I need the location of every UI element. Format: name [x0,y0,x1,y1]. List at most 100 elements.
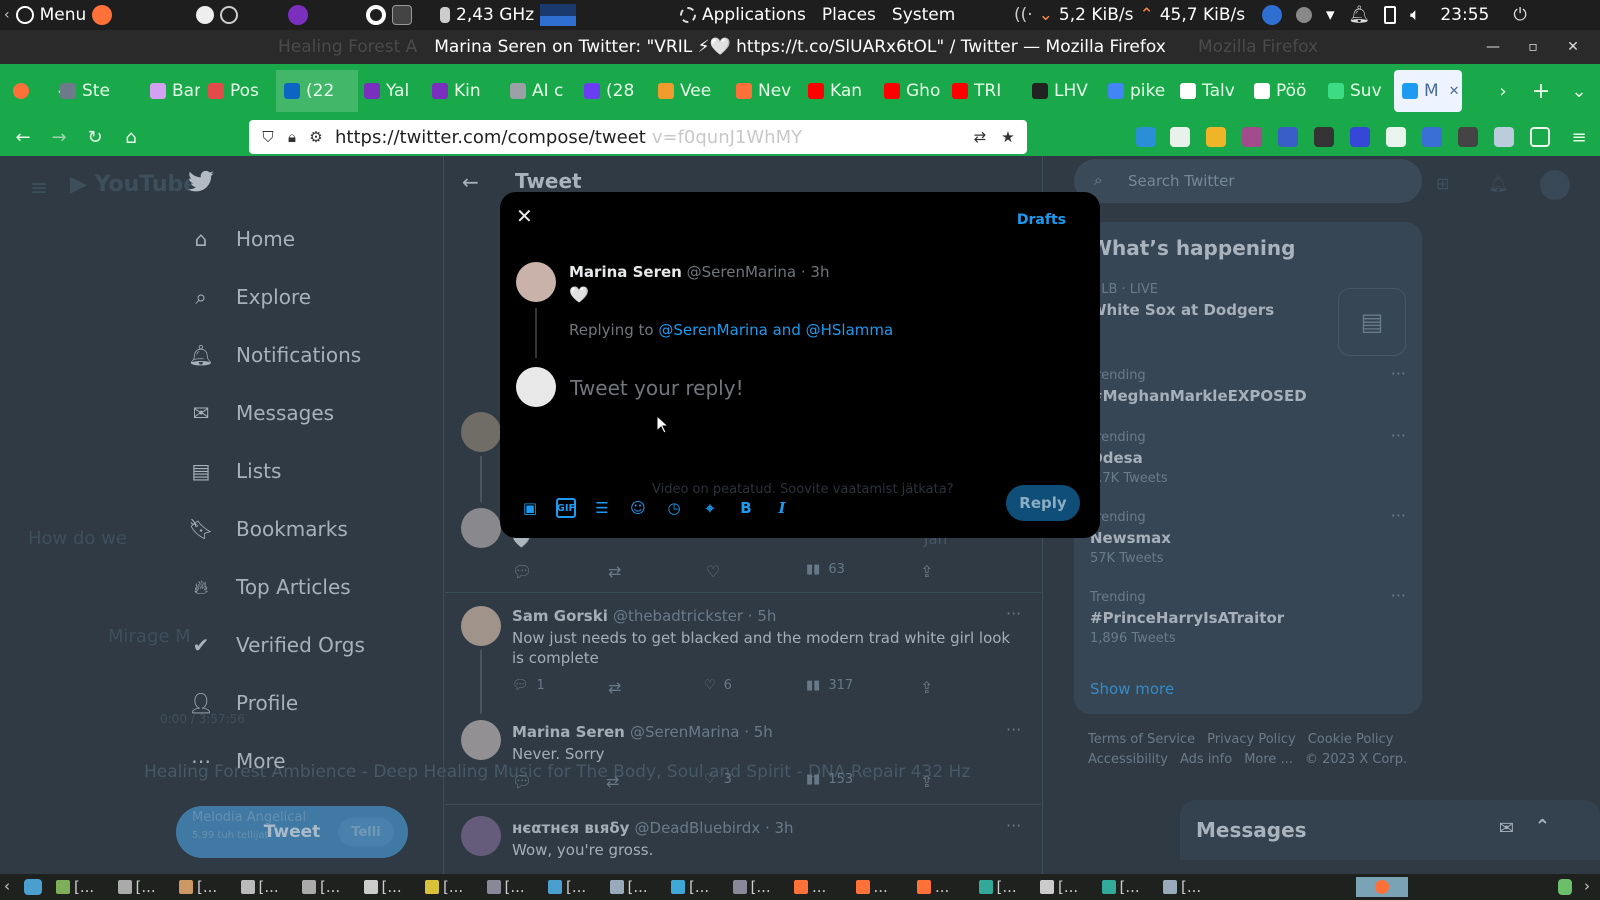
chevron-left-icon[interactable]: ‹ [4,7,10,23]
tab-13[interactable]: LHV [1024,70,1100,112]
location-icon[interactable]: ⌖ [700,498,720,518]
taskbar-window[interactable]: [... [1163,877,1201,897]
tab-9[interactable]: Nev [728,70,798,112]
opera-launcher-icon[interactable] [366,5,386,25]
tab-list-icon[interactable]: ⌄ [1566,78,1592,104]
taskbar-window[interactable]: ... [855,877,888,897]
taskbar-window[interactable]: [... [732,877,771,897]
extension-8-icon[interactable] [1458,127,1478,147]
taskbar-window[interactable]: [... [671,877,709,897]
taskbar-window[interactable]: [... [1101,877,1140,897]
battery-icon[interactable] [1384,6,1397,24]
trash-icon[interactable] [1558,879,1572,895]
taskbar-window[interactable]: [... [363,877,402,897]
media-icon[interactable]: ▣ [520,498,540,518]
minimize-icon[interactable]: — [1484,38,1502,56]
launcher-d-icon[interactable] [288,5,308,25]
tab-1[interactable]: Bar [142,70,200,112]
places-menu[interactable]: Places [822,5,876,25]
tab-4[interactable]: Yal [356,70,424,112]
back-icon[interactable]: ← [10,124,36,150]
reply-textbox[interactable] [570,370,1070,406]
tab-17[interactable]: Suv [1320,70,1394,112]
taskbar-window[interactable]: ... [794,877,826,897]
taskbar-window[interactable]: [... [548,877,586,897]
wifi-icon[interactable]: ▾ [1326,5,1335,25]
notification-bell-icon[interactable]: 🔔︎ [1349,5,1371,25]
firefox-view-icon[interactable] [8,78,34,104]
tab-3[interactable]: (22 [276,70,358,112]
avatar[interactable] [516,262,556,302]
terminal-launcher-icon[interactable] [392,5,412,25]
downloads-icon[interactable] [1170,127,1190,147]
taskbar-window[interactable]: [... [425,877,463,897]
tab-5[interactable]: Kin [424,70,502,112]
bold-icon[interactable]: B [736,498,756,518]
tab-6[interactable]: AI c [502,70,576,112]
tab-18[interactable]: M ✕ [1394,70,1462,112]
tab-11[interactable]: Gho [876,70,944,112]
shield-icon[interactable]: ⛉ [259,128,277,146]
extension-1-icon[interactable] [1206,127,1226,147]
forward-icon[interactable]: → [46,124,72,150]
close-icon[interactable]: ✕ [516,206,536,226]
tab-14[interactable]: pike [1100,70,1172,112]
tab-12[interactable]: TRI [944,70,1024,112]
close-tab-icon[interactable]: ✕ [1449,84,1460,99]
extension-6-icon[interactable] [1386,127,1406,147]
taskbar-window[interactable]: [... [486,877,525,897]
replying-to-users[interactable]: @SerenMarina and @HSlamma [658,321,893,339]
italic-icon[interactable]: I [772,498,792,518]
privacy-icon[interactable] [1296,7,1312,23]
tab-16[interactable]: Pöö [1246,70,1318,112]
tab-scroll-right-icon[interactable]: › [1490,78,1516,104]
taskbar-window[interactable]: [... [978,877,1017,897]
taskbar-window[interactable]: [... [179,877,217,897]
tab-8[interactable]: Vee [650,70,726,112]
extension-2-icon[interactable] [1242,127,1262,147]
extensions-puzzle-icon[interactable] [1530,127,1550,147]
tab-15[interactable]: Talv [1172,70,1246,112]
schedule-icon[interactable]: ◷ [664,498,684,518]
taskbar-window[interactable]: [... [240,877,279,897]
system-menu[interactable]: System [892,5,955,25]
taskbar-window[interactable]: [... [609,877,648,897]
taskbar-window[interactable]: [... [117,877,156,897]
extension-4-icon[interactable] [1314,127,1334,147]
extension-3-icon[interactable] [1278,127,1298,147]
pocket-icon[interactable] [1136,127,1156,147]
clock[interactable]: 23:55 [1440,5,1489,25]
update-icon[interactable] [1262,5,1282,25]
extension-5-icon[interactable] [1350,127,1370,147]
my-avatar[interactable] [516,367,556,407]
maximize-icon[interactable]: ▫ [1524,38,1542,56]
extension-7-icon[interactable] [1422,127,1442,147]
taskbar-window[interactable]: [... [1040,877,1078,897]
tab-0[interactable]: Ste [52,70,130,112]
taskbar-window[interactable]: ... [917,877,949,897]
tab-2[interactable]: Pos [200,70,276,112]
taskbar-right-icon[interactable]: › [1584,877,1590,895]
launcher-a-icon[interactable] [196,6,214,24]
hamburger-menu-icon[interactable]: ≡ [1566,124,1592,150]
new-tab-icon[interactable]: + [1528,78,1554,104]
applications-menu[interactable]: Applications [702,5,806,25]
home-icon[interactable]: ⌂ [118,124,144,150]
show-desktop-icon[interactable] [24,879,42,895]
drafts-button[interactable]: Drafts [1017,212,1066,228]
taskbar-left-icon[interactable]: ‹ [4,877,10,895]
gif-icon[interactable]: GIF [556,498,576,518]
settings-launcher-icon[interactable] [220,6,238,24]
reload-icon[interactable]: ↻ [82,124,108,150]
poll-icon[interactable]: ☰ [592,498,612,518]
tab-10[interactable]: Kan [800,70,874,112]
extension-9-icon[interactable] [1494,127,1514,147]
menu-label[interactable]: Menu [40,5,87,25]
url-bar[interactable]: ⛉ 🔒︎ ⚙ https://twitter.com/compose/tweet… [249,120,1027,154]
close-window-icon[interactable]: ✕ [1564,38,1582,56]
volume-icon[interactable]: 🔈︎ [1410,5,1420,25]
taskbar-window[interactable]: [... [56,877,94,897]
translate-icon[interactable]: ⇄ [971,128,989,146]
mint-menu-icon[interactable] [15,6,34,24]
taskbar-window[interactable]: [... [302,877,340,897]
